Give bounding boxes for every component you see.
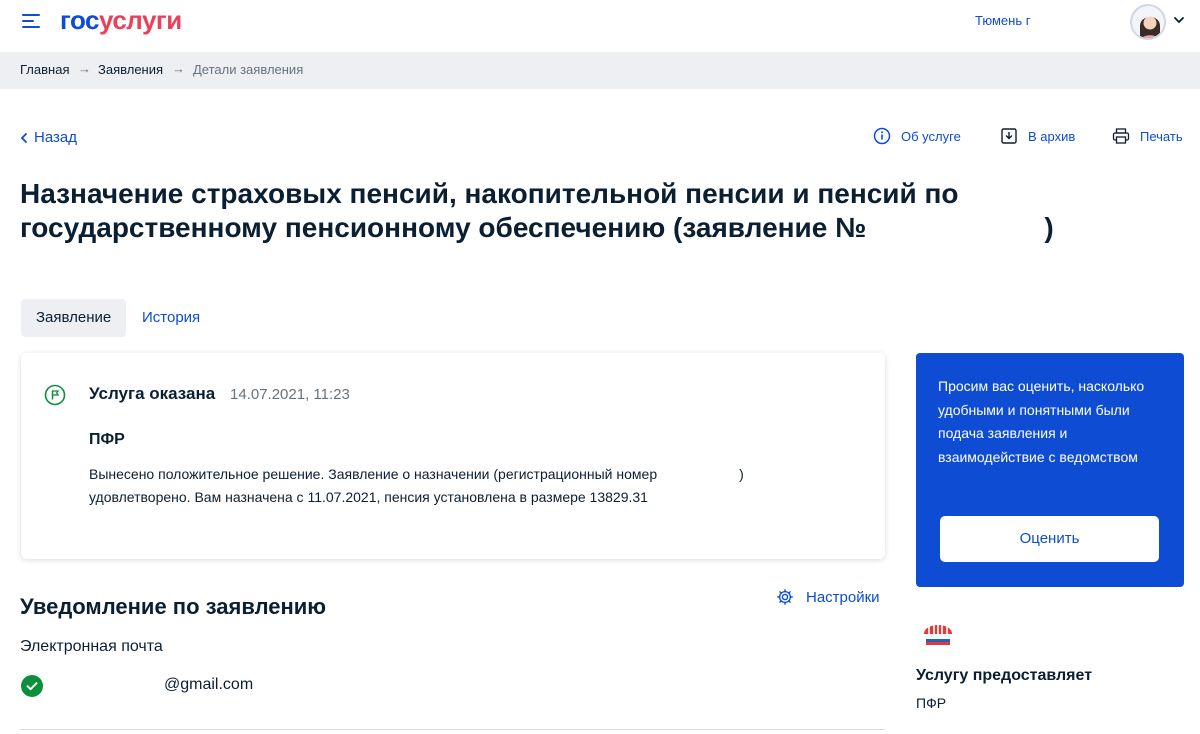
settings-link[interactable]: Настройки [776,588,880,606]
tab-application[interactable]: Заявление [21,299,127,337]
user-avatar[interactable] [1130,4,1166,40]
chevron-left-icon [20,132,27,143]
arrow-right-icon: → [172,61,185,76]
city-selector[interactable]: Тюмень г [975,13,1030,28]
divider [20,729,885,730]
notifications-title: Уведомление по заявлению [20,594,327,619]
email-value: @gmail.com [164,676,254,693]
redacted-number [866,216,1045,243]
rate-service-panel: Просим вас оценить, насколько удобными и… [916,353,1184,587]
breadcrumb: Главная → Заявления → Детали заявления [0,52,1200,89]
top-header: госуслуги Тюмень г [0,0,1200,52]
archive-link[interactable]: В архив [1000,127,1075,145]
chevron-down-icon[interactable] [1173,14,1185,26]
burger-menu-icon[interactable] [22,13,42,29]
pfr-logo-icon [924,623,952,645]
status-message: Вынесено положительное решение. Заявлени… [89,466,744,505]
rate-button[interactable]: Оценить [940,516,1159,562]
status-date: 14.07.2021, 11:23 [230,386,350,403]
provider-title: Услугу предоставляет [916,667,1093,684]
breadcrumb-main[interactable]: Главная [20,62,69,77]
back-link[interactable]: Назад [20,129,77,146]
arrow-right-icon: → [78,61,91,76]
printer-icon [1112,128,1130,144]
status-card: Услуга оказана 14.07.2021, 11:23 ПФР Вын… [21,353,885,559]
status-org: ПФР [89,431,125,448]
print-link[interactable]: Печать [1112,127,1183,145]
flag-status-icon [44,384,66,406]
breadcrumb-current: Детали заявления [193,62,304,77]
email-label: Электронная почта [20,638,163,655]
rate-prompt: Просим вас оценить, насколько удобными и… [938,378,1145,465]
archive-download-icon [1001,128,1017,144]
status-label: Услуга оказана [89,384,216,403]
tab-history[interactable]: История [127,299,215,337]
gosuslugi-logo[interactable]: госуслуги [60,5,182,36]
page-title: Назначение страховых пенсий, накопительн… [20,178,1054,243]
check-icon [21,675,43,697]
provider-name: ПФР [916,695,947,711]
breadcrumb-applications[interactable]: Заявления [98,62,163,77]
gear-icon [777,589,793,605]
about-service-link[interactable]: Об услуге [873,127,961,145]
info-icon [873,127,891,145]
